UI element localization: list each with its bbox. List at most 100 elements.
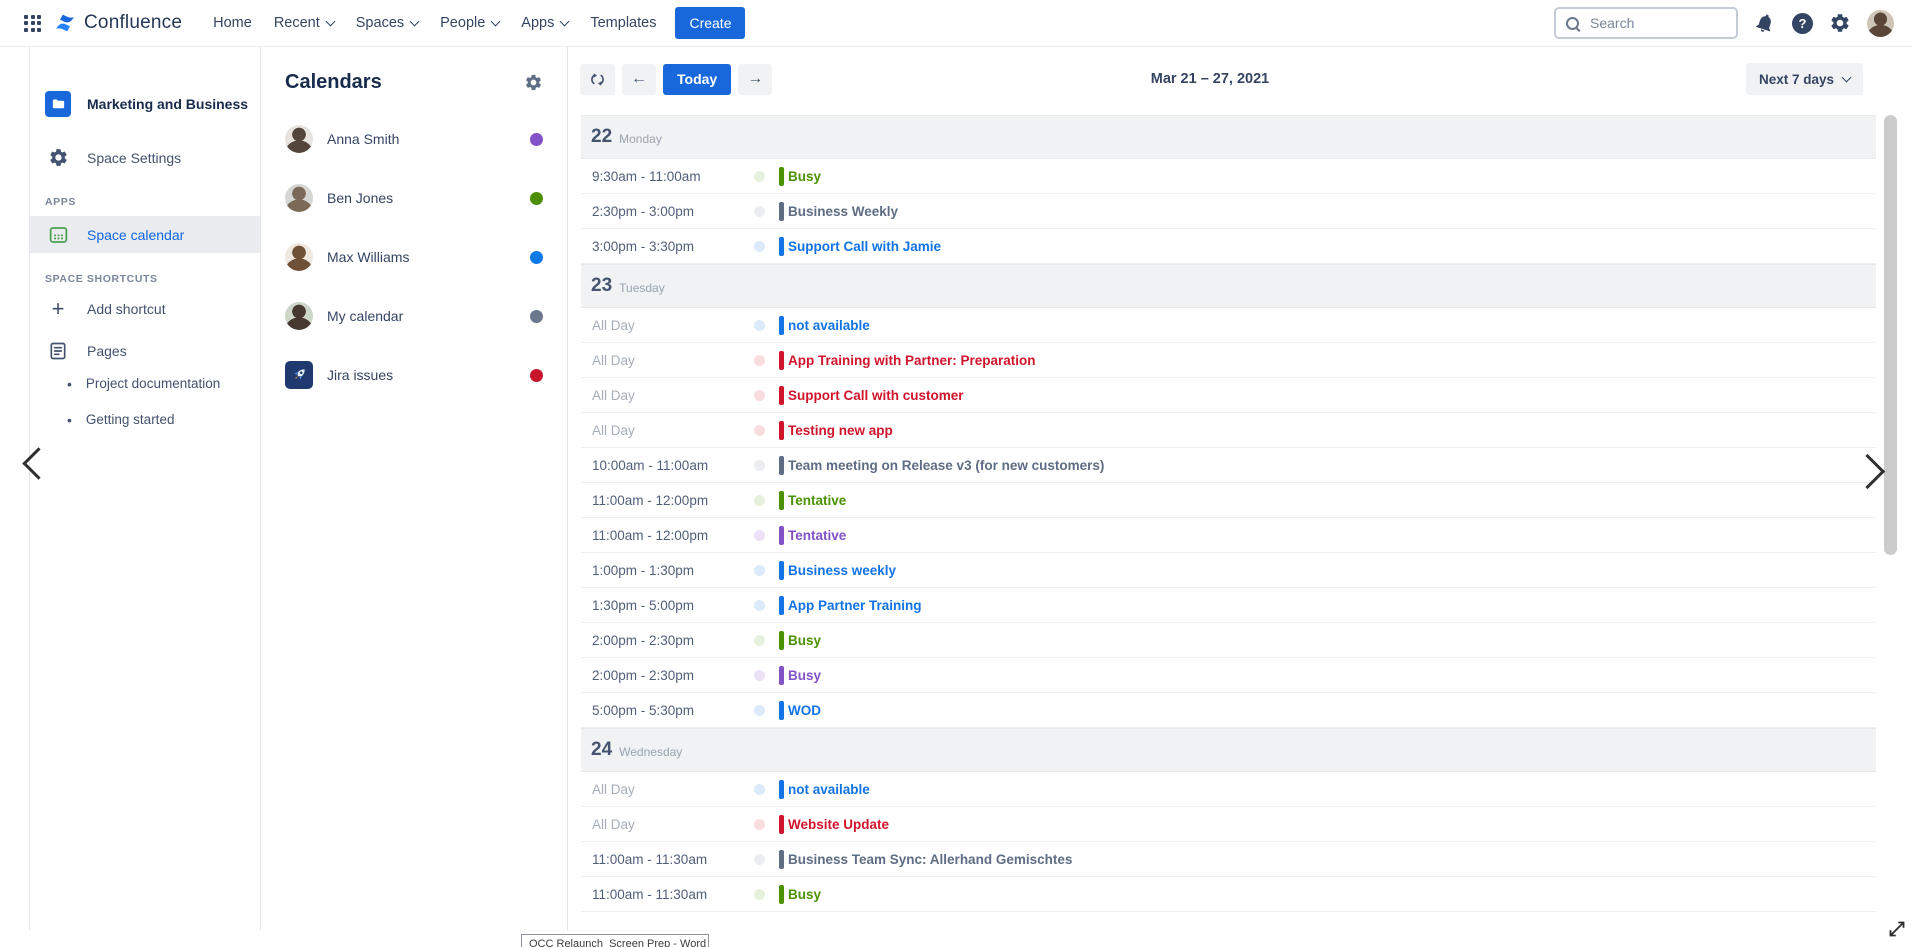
page-shell: Marketing and Business Space Settings AP… [0,47,1912,930]
event-time: 11:00am - 12:00pm [592,493,738,508]
event-color-bar [779,351,784,370]
calendar-color-dot[interactable] [530,310,543,323]
nav-item-label: Recent [274,15,320,31]
event-color-bar [779,316,784,335]
plus-icon: + [45,301,71,317]
sidebar-item-add-shortcut[interactable]: + Add shortcut [30,293,260,325]
calendar-list-item[interactable]: Max Williams [285,243,543,271]
event-row[interactable]: 9:30am - 11:00amBusy [581,159,1876,194]
nav-item-label: Home [213,15,252,31]
sidebar-item-pages[interactable]: Pages [30,333,260,369]
nav-item-label: Apps [521,15,554,31]
space-logo-icon [45,91,71,117]
sidebar-page-link[interactable]: • Project documentation [30,369,260,399]
create-button[interactable]: Create [675,7,745,39]
event-color-dot [754,530,765,541]
event-title: Support Call with Jamie [788,239,941,254]
event-color-dot [754,705,765,716]
event-row[interactable]: All DayTesting new app [581,413,1876,448]
sidebar-page-link[interactable]: • Getting started [30,405,260,435]
resize-handle-icon[interactable] [1884,916,1910,947]
search-input[interactable] [1588,14,1712,32]
event-row[interactable]: 11:00am - 11:30amBusiness Team Sync: All… [581,842,1876,877]
nav-item-home[interactable]: Home [202,6,263,40]
event-row[interactable]: 2:00pm - 2:30pmBusy [581,658,1876,693]
today-button[interactable]: Today [663,64,731,95]
event-row[interactable]: 1:00pm - 1:30pmBusiness weekly [581,553,1876,588]
event-color-bar [779,885,784,904]
calendar-color-dot[interactable] [530,192,543,205]
event-time: All Day [592,388,738,403]
event-color-bar [779,167,784,186]
top-right-actions: ? [1554,7,1894,39]
notifications-bell-icon[interactable] [1754,12,1776,34]
next-arrow-button[interactable]: → [738,64,772,95]
event-row[interactable]: All Day Support Call with customer [581,378,1876,413]
event-row[interactable]: 3:00pm - 3:30pmSupport Call with Jamie [581,229,1876,264]
calendar-list-item[interactable]: My calendar [285,302,543,330]
event-color-bar [779,780,784,799]
calendar-color-dot[interactable] [530,251,543,264]
event-row[interactable]: All Daynot available [581,772,1876,807]
previous-arrow-button[interactable]: ← [622,64,656,95]
event-row[interactable]: 11:00am - 11:30amBusy [581,877,1876,912]
calendar-list-item[interactable]: Ben Jones [285,184,543,212]
event-title: App Partner Training [788,598,922,613]
nav-item-apps[interactable]: Apps [510,6,579,40]
event-row[interactable]: 2:00pm - 2:30pmBusy [581,623,1876,658]
event-row[interactable]: All DayWebsite Update [581,807,1876,842]
calendar-name: Anna Smith [327,131,399,147]
nav-item-spaces[interactable]: Spaces [345,6,429,40]
calendar-icon [45,224,71,245]
event-color-bar [779,561,784,580]
sidebar-space-header[interactable]: Marketing and Business [30,83,260,125]
event-row[interactable]: 1:30pm - 5:00pmApp Partner Training [581,588,1876,623]
confluence-logo[interactable]: Confluence [53,11,182,35]
app-switcher-icon[interactable] [24,15,41,32]
event-color-bar [779,631,784,650]
event-time: 5:00pm - 5:30pm [592,703,738,718]
calendar-color-dot[interactable] [530,133,543,146]
event-color-bar [779,237,784,256]
calendar-name: Ben Jones [327,190,393,206]
event-color-dot [754,425,765,436]
event-title: Support Call with customer [788,388,964,403]
search-box[interactable] [1554,7,1738,39]
event-row[interactable]: All DayApp Training with Partner: Prepar… [581,343,1876,378]
sidebar-item-space-settings[interactable]: Space Settings [30,139,260,176]
refresh-icon[interactable] [580,64,615,95]
event-row[interactable]: 11:00am - 12:00pmTentative [581,518,1876,553]
calendar-color-dot[interactable] [530,369,543,382]
event-row[interactable]: 5:00pm - 5:30pmWOD [581,693,1876,728]
event-color-bar [779,386,784,405]
event-color-bar [779,815,784,834]
nav-item-templates[interactable]: Templates [579,6,667,40]
avatar [285,125,313,153]
event-row[interactable]: 2:30pm - 3:00pmBusiness Weekly [581,194,1876,229]
space-name: Marketing and Business [87,96,248,112]
help-icon[interactable]: ? [1792,13,1813,34]
event-row[interactable]: 10:00am - 11:00amTeam meeting on Release… [581,448,1876,483]
settings-gear-icon[interactable] [1829,12,1851,34]
event-color-dot [754,206,765,217]
jira-rocket-icon [285,361,313,389]
event-time: 9:30am - 11:00am [592,169,738,184]
nav-item-people[interactable]: People [429,6,510,40]
user-avatar[interactable] [1867,10,1894,37]
sidebar-item-space-calendar[interactable]: Space calendar [30,216,260,253]
gear-icon [45,147,71,168]
calendar-list-item[interactable]: Anna Smith [285,125,543,153]
event-color-bar [779,850,784,869]
event-row[interactable]: 11:00am - 12:00pmTentative [581,483,1876,518]
avatar [285,243,313,271]
view-selector-button[interactable]: Next 7 days [1746,63,1863,95]
day-header: 24Wednesday [581,728,1876,772]
calendar-list-item[interactable]: Jira issues [285,361,543,389]
nav-item-recent[interactable]: Recent [263,6,345,40]
calendars-settings-gear-icon[interactable] [524,73,543,92]
event-color-dot [754,355,765,366]
event-title: Busy [788,633,821,648]
day-header: 22Monday [581,115,1876,159]
calendar-scrollbar[interactable] [1884,115,1897,555]
event-row[interactable]: All Daynot available [581,308,1876,343]
